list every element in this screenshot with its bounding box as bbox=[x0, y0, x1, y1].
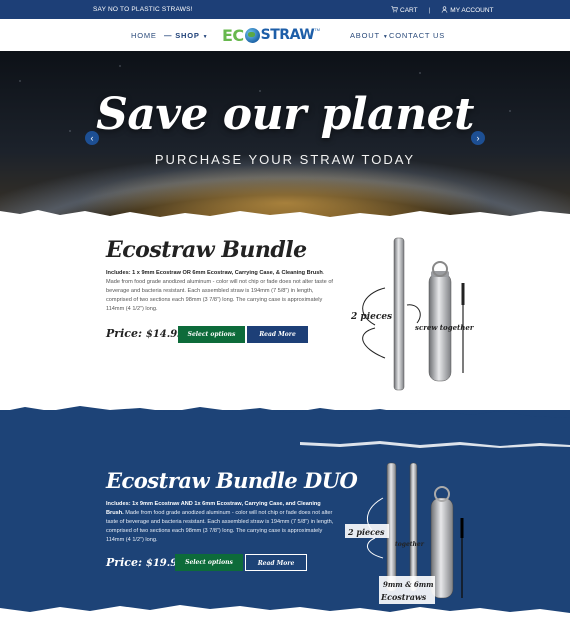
account-label: MY ACCOUNT bbox=[450, 7, 494, 14]
product1-title[interactable]: Ecostraw Bundle bbox=[106, 237, 307, 263]
nav-home[interactable]: HOME bbox=[131, 31, 157, 40]
chevron-down-icon: ▼ bbox=[202, 34, 209, 40]
nav-contact[interactable]: CONTACT US bbox=[389, 31, 445, 40]
product1-includes: Includes: 1 x 9mm Ecostraw OR 6mm Ecostr… bbox=[106, 270, 323, 276]
product1-note-screw: screw together bbox=[415, 323, 475, 332]
product2-read-more-button[interactable]: Read More bbox=[245, 554, 307, 571]
ecostraw-logo[interactable]: EC STRAW TM bbox=[222, 25, 324, 45]
account-link[interactable]: MY ACCOUNT bbox=[441, 6, 494, 14]
main-nav: HOME — SHOP ▼ EC STRAW TM ABOUT ▼ CONTACT … bbox=[0, 19, 570, 51]
torn-edge bbox=[0, 210, 570, 223]
nav-about[interactable]: ABOUT ▼ bbox=[350, 31, 389, 40]
chevron-right-icon: › bbox=[476, 133, 480, 143]
product2-image[interactable]: 2 pieces together 9mm & 6mm Ecostraws bbox=[345, 458, 475, 608]
globe-icon bbox=[244, 27, 260, 43]
product1-image[interactable]: 2 pieces screw together bbox=[345, 233, 475, 393]
nav-about-label: ABOUT bbox=[350, 31, 380, 40]
logo-text-straw: STRAW bbox=[260, 27, 315, 43]
nav-shop-label: SHOP bbox=[175, 31, 200, 40]
product2-note-together: together bbox=[395, 541, 425, 548]
chevron-down-icon: ▼ bbox=[382, 34, 389, 40]
product2-price-label: Price: bbox=[106, 556, 143, 569]
cart-link[interactable]: CART bbox=[391, 6, 418, 14]
cart-label: CART bbox=[400, 7, 418, 14]
product2-note-sizes: 9mm & 6mm bbox=[383, 580, 434, 589]
product1-details: . Made from food grade anodized aluminum… bbox=[106, 270, 333, 312]
top-bar: SAY NO TO PLASTIC STRAWS! CART | MY ACCO… bbox=[0, 0, 570, 19]
product2-title[interactable]: Ecostraw Bundle DUO bbox=[106, 468, 358, 493]
torn-edge bbox=[0, 406, 570, 420]
hero-title: Save our planet bbox=[96, 89, 474, 140]
slider-prev-button[interactable]: ‹ bbox=[85, 131, 99, 145]
product2-note-pieces: 2 pieces bbox=[347, 527, 385, 537]
cart-icon bbox=[391, 6, 398, 13]
product2-select-options-button[interactable]: Select options bbox=[175, 554, 243, 571]
trademark: TM bbox=[314, 27, 321, 32]
product1-note-pieces: 2 pieces bbox=[350, 312, 392, 322]
torn-edge-bottom bbox=[0, 605, 570, 622]
hero-subtitle[interactable]: PURCHASE YOUR STRAW TODAY bbox=[0, 152, 570, 167]
product1-select-options-button[interactable]: Select options bbox=[178, 326, 245, 343]
product1-price-label: Price: bbox=[106, 327, 143, 340]
product1-description: Includes: 1 x 9mm Ecostraw OR 6mm Ecostr… bbox=[106, 269, 338, 314]
product2-details: Made from food grade anodized aluminum -… bbox=[106, 510, 334, 543]
product1-price: Price: $14.99 bbox=[106, 327, 184, 340]
product1-read-more-button[interactable]: Read More bbox=[247, 326, 308, 343]
chevron-left-icon: ‹ bbox=[90, 133, 94, 143]
top-bar-separator: | bbox=[428, 6, 431, 14]
product2-description: Includes: 1x 9mm Ecostraw AND 1x 6mm Eco… bbox=[106, 500, 338, 545]
nav-shop[interactable]: — SHOP ▼ bbox=[164, 31, 208, 40]
hero-slider: Save our planet PURCHASE YOUR STRAW TODA… bbox=[0, 51, 570, 219]
promo-text: SAY NO TO PLASTIC STRAWS! bbox=[93, 6, 193, 13]
slider-next-button[interactable]: › bbox=[471, 131, 485, 145]
top-bar-links: CART | MY ACCOUNT bbox=[391, 6, 494, 14]
product2-price: Price: $19.99 bbox=[106, 556, 184, 569]
torn-edge-highlight bbox=[300, 441, 570, 448]
user-icon bbox=[442, 6, 448, 13]
logo-text-eco: EC bbox=[222, 25, 244, 45]
